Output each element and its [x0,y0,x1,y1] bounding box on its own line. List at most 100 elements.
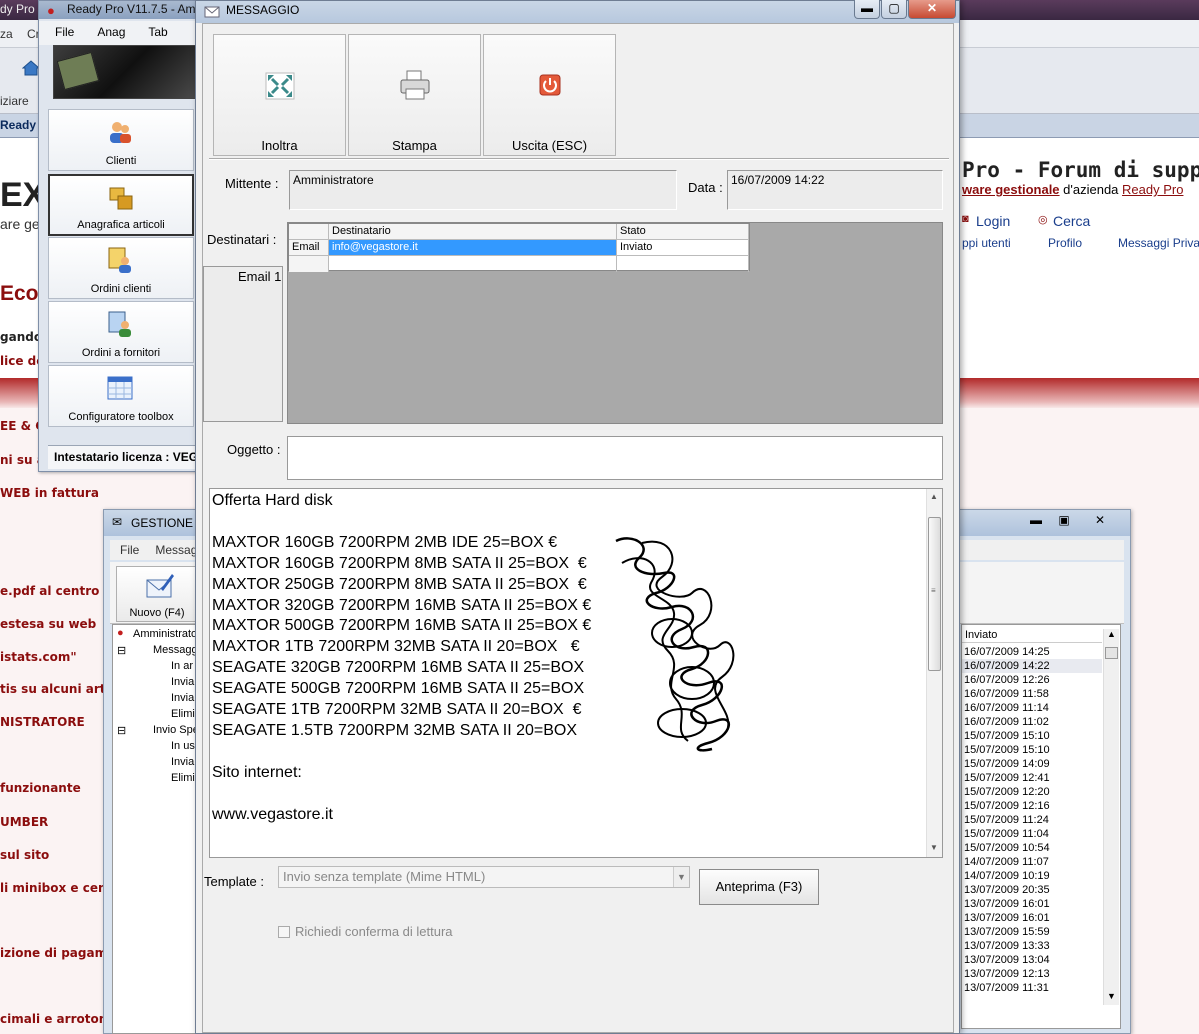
nuovo-button[interactable]: Nuovo (F4) [116,566,198,622]
read-receipt-checkbox[interactable] [278,926,290,938]
message-row-date[interactable]: 15/07/2009 12:41 [962,771,1102,785]
login-link[interactable]: Login [976,213,1010,229]
scroll-up-icon[interactable]: ▲ [1107,629,1116,639]
tree-item[interactable]: Amministrato [133,628,197,640]
scroll-down-icon[interactable]: ▼ [1107,991,1116,1001]
forum-subtitle-bold[interactable]: ware gestionale [962,182,1060,197]
message-row-date[interactable]: 15/07/2009 14:09 [962,757,1102,771]
uscita-label: Uscita (ESC) [511,138,588,153]
oggetto-input[interactable] [287,436,943,480]
topic-link[interactable]: sul sito [0,848,49,862]
gm-menu-file[interactable]: File [110,540,145,557]
message-row-date[interactable]: 14/07/2009 10:19 [962,869,1102,883]
tree-collapse-icon[interactable]: ⊟ [117,644,126,657]
grid-header-stato[interactable]: Stato [617,224,749,240]
topic-link[interactable]: izione di pagam [0,946,107,960]
tree-item[interactable]: Invia [171,692,194,704]
message-row-date[interactable]: 13/07/2009 20:35 [962,883,1102,897]
editor-scroll-thumb[interactable]: ≡ [928,517,941,671]
topic-link[interactable]: funzionante [0,781,81,795]
message-row-date[interactable]: 13/07/2009 16:01 [962,911,1102,925]
message-row-date[interactable]: 16/07/2009 11:14 [962,701,1102,715]
forum-subtitle-link[interactable]: Ready Pro [1122,182,1183,197]
message-row-date[interactable]: 13/07/2009 15:59 [962,925,1102,939]
minimize-button[interactable]: ▬ [1024,513,1048,531]
tree-collapse-icon[interactable]: ⊟ [117,724,126,737]
message-row-date[interactable]: 13/07/2009 12:13 [962,967,1102,981]
list-header-inviato[interactable]: Inviato [962,629,1102,643]
message-row-date[interactable]: 13/07/2009 16:01 [962,897,1102,911]
grid-new-row-cell[interactable] [329,256,617,272]
close-button[interactable]: ✕ [908,0,956,19]
tree-item[interactable]: Invia [171,676,194,688]
uscita-button[interactable]: Uscita (ESC) [483,34,616,156]
message-body-editor[interactable]: Offerta Hard disk MAXTOR 160GB 7200RPM 2… [209,488,943,858]
chevron-down-icon[interactable]: ▼ [673,867,689,887]
message-row-date[interactable]: 15/07/2009 10:54 [962,841,1102,855]
maximize-button[interactable]: ▢ [881,0,907,19]
inoltra-button[interactable]: Inoltra [213,34,346,156]
message-row-date[interactable]: 13/07/2009 13:04 [962,953,1102,967]
anteprima-button[interactable]: Anteprima (F3) [699,869,819,905]
message-row-date[interactable]: 15/07/2009 12:20 [962,785,1102,799]
close-button[interactable]: ✕ [1088,513,1112,531]
tree-item[interactable]: Messagg [153,644,198,656]
topic-link[interactable]: cimali e arroton [0,1012,107,1026]
ordini-fornitori-button[interactable]: Ordini a fornitori [48,301,194,363]
editor-scrollbar[interactable]: ▲ ≡ ▼ [926,489,942,857]
message-row-date[interactable]: 16/07/2009 11:58 [962,687,1102,701]
configuratore-toolbox-button[interactable]: Configuratore toolbox [48,365,194,427]
topic-link[interactable]: WEB in fattura [0,486,99,500]
readypro-titlebar[interactable]: ● Ready Pro V11.7.5 - Amm [39,1,199,19]
topic-link[interactable]: e.pdf al centro p [0,584,112,598]
grid-recipient-cell[interactable]: info@vegastore.it [329,240,617,256]
maximize-button[interactable]: ▣ [1052,513,1076,531]
message-row-date[interactable]: 13/07/2009 13:33 [962,939,1102,953]
tree-item[interactable]: Elimi [171,708,195,720]
stampa-button[interactable]: Stampa [348,34,481,156]
browser-menu-item[interactable]: za [0,27,13,41]
menu-file[interactable]: File [39,21,81,39]
private-messages-link[interactable]: Messaggi Priva [1118,236,1199,250]
message-row-date[interactable]: 15/07/2009 15:10 [962,729,1102,743]
template-select[interactable]: Invio senza template (Mime HTML) ▼ [278,866,690,888]
message-row-date[interactable]: 16/07/2009 11:02 [962,715,1102,729]
message-row-date[interactable]: 16/07/2009 12:26 [962,673,1102,687]
topic-link[interactable]: UMBER [0,815,48,829]
search-link[interactable]: Cerca [1053,213,1090,229]
scroll-down-icon[interactable]: ▼ [930,843,938,852]
topic-link[interactable]: NISTRATORE [0,715,85,729]
minimize-button[interactable]: ▬ [854,0,880,19]
message-row-date[interactable]: 13/07/2009 11:31 [962,981,1102,995]
clienti-button[interactable]: Clienti [48,109,194,171]
message-row-date[interactable]: 15/07/2009 12:16 [962,799,1102,813]
tree-item[interactable]: Invio Spe [153,724,199,736]
menu-anag[interactable]: Anag [81,21,132,39]
grid-new-row-cell[interactable] [617,256,749,272]
profile-link[interactable]: Profilo [1048,236,1082,250]
tree-item[interactable]: Invia [171,756,194,768]
menu-tab[interactable]: Tab [132,21,174,39]
topic-link[interactable]: istats.com" [0,650,77,664]
grid-header-destinatario[interactable]: Destinatario [329,224,617,240]
tree-item[interactable]: In us [171,740,195,752]
message-row-date[interactable]: 16/07/2009 14:22 [962,659,1102,673]
tree-item[interactable]: In ar [171,660,193,672]
message-row-date[interactable]: 14/07/2009 11:07 [962,855,1102,869]
list-scrollbar[interactable]: ▲ ▼ [1103,629,1119,1005]
message-row-date[interactable]: 15/07/2009 15:10 [962,743,1102,757]
user-groups-link[interactable]: ppi utenti [962,236,1011,250]
messaggio-titlebar[interactable]: MESSAGGIO ▬ ▢ ✕ [196,0,959,23]
topic-link[interactable]: estesa su web [0,617,96,631]
message-row-date[interactable]: 15/07/2009 11:04 [962,827,1102,841]
topic-link[interactable]: tis su alcuni art [0,682,106,696]
anagrafica-articoli-button[interactable]: Anagrafica articoli [48,174,194,236]
topic-link[interactable]: li minibox e cen [0,881,107,895]
message-row-date[interactable]: 16/07/2009 14:25 [962,645,1102,659]
company-logo [53,45,197,99]
scroll-up-icon[interactable]: ▲ [930,492,938,501]
list-scroll-thumb[interactable] [1105,647,1118,659]
message-row-date[interactable]: 15/07/2009 11:24 [962,813,1102,827]
tree-item[interactable]: Elimi [171,772,195,784]
ordini-clienti-button[interactable]: Ordini clienti [48,237,194,299]
